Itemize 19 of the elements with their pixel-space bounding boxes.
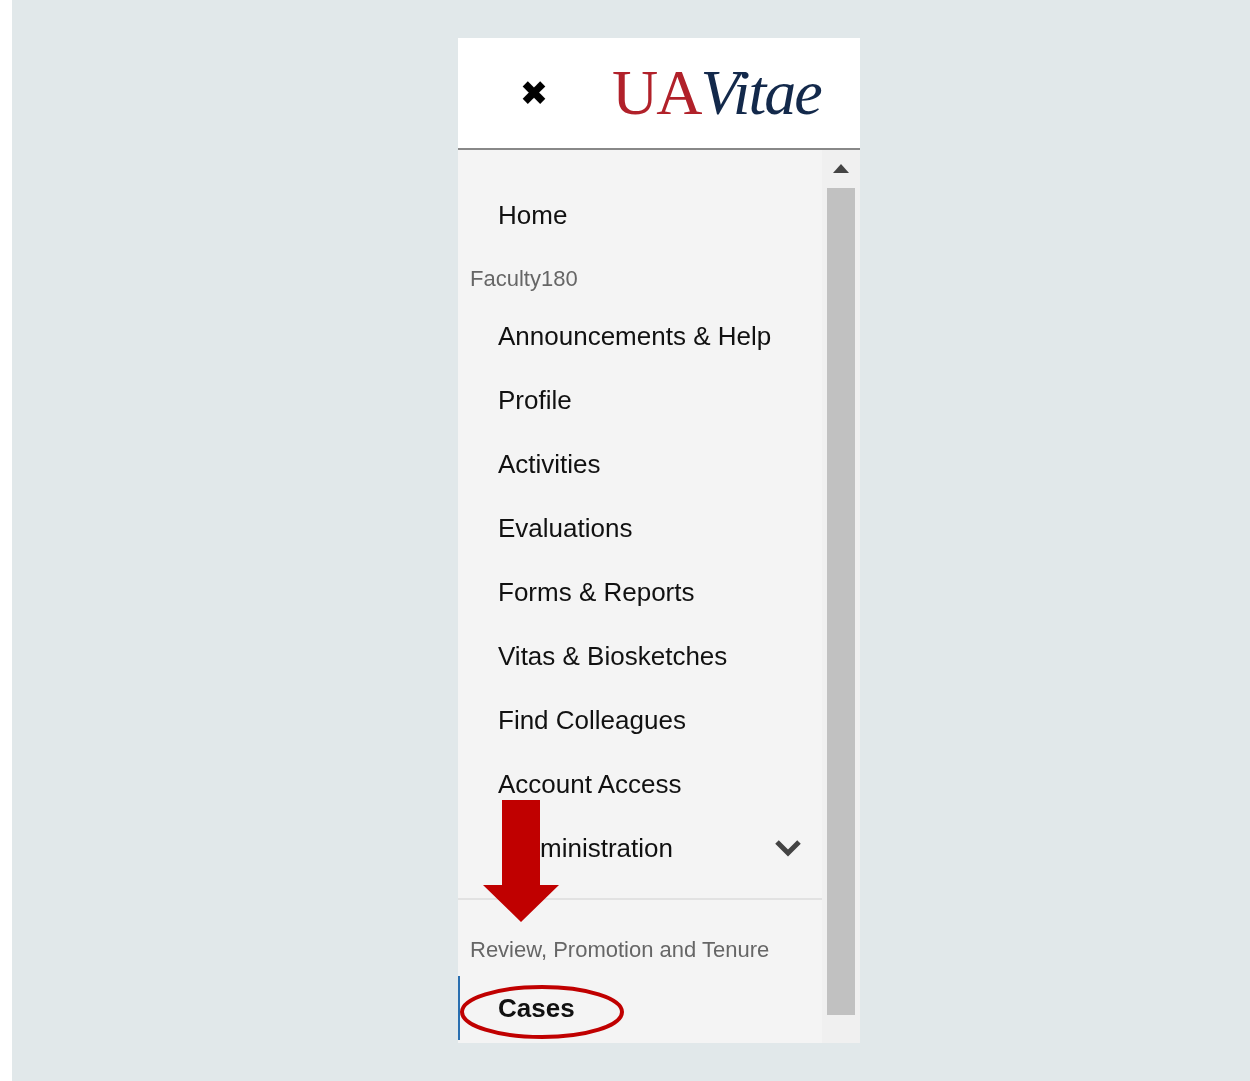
menu-item[interactable]: Account Access [458,752,682,816]
menu-item[interactable]: Profile [458,368,572,432]
scrollbar[interactable] [822,150,860,1043]
scrollbar-thumb[interactable] [827,188,855,1015]
menu-item[interactable]: ministration [540,832,673,864]
section-heading: Faculty180 [469,265,579,293]
logo: UAVitae [612,58,821,128]
close-button[interactable]: ✖ [514,73,554,113]
chevron-down-icon[interactable] [774,839,802,857]
section-heading: Review, Promotion and Tenure [469,936,771,964]
menu-item[interactable]: Cases [458,976,575,1040]
menu-item[interactable]: Evaluations [458,496,633,560]
menu-item[interactable]: Announcements & Help [458,304,772,368]
scroll-up-icon[interactable] [833,164,849,173]
menu-item[interactable]: Vitas & Biosketches [458,624,728,688]
menu-item[interactable]: Activities [458,432,601,496]
menu-item[interactable]: Find Colleagues [458,688,686,752]
menu-item[interactable]: Home [458,183,568,247]
menu-item[interactable]: Forms & Reports [458,560,695,624]
